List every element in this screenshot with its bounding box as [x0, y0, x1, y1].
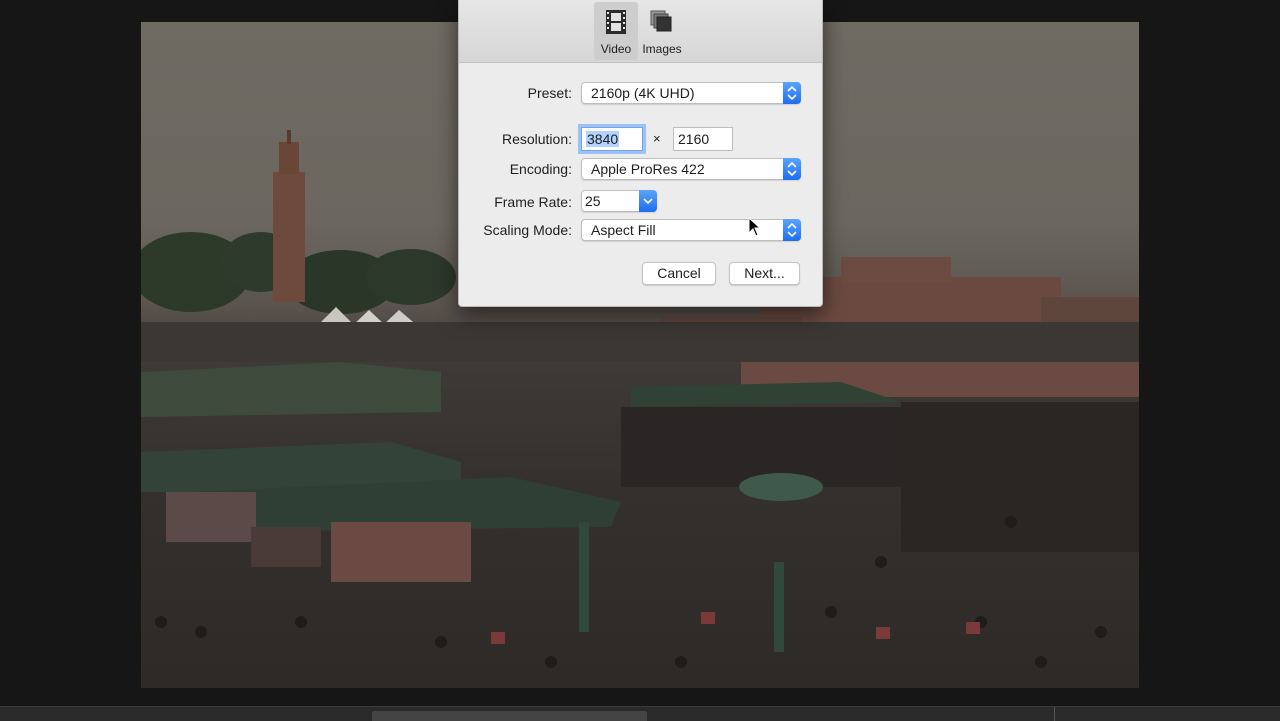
frame-rate-value: 25	[585, 193, 601, 209]
resolution-width-field[interactable]: 3840	[581, 127, 643, 151]
preset-value: 2160p (4K UHD)	[591, 85, 695, 101]
frame-rate-label: Frame Rate:	[494, 194, 572, 210]
scaling-mode-value: Aspect Fill	[591, 222, 656, 238]
film-icon	[606, 10, 626, 34]
encoding-value: Apple ProRes 422	[591, 161, 705, 177]
chevron-updown-icon	[783, 219, 801, 241]
next-button[interactable]: Next...	[729, 262, 800, 285]
resolution-height-field[interactable]: 2160	[673, 127, 733, 151]
scaling-mode-popup[interactable]: Aspect Fill	[581, 219, 801, 241]
chevron-updown-icon	[783, 82, 801, 104]
tab-video[interactable]: Video	[594, 2, 638, 60]
bottom-timeline-bar	[0, 706, 1280, 721]
resolution-label: Resolution:	[501, 131, 572, 147]
dialog-toolbar: Video Images	[459, 0, 822, 63]
chevron-updown-icon	[783, 158, 801, 180]
resolution-width-value: 3840	[586, 131, 620, 147]
export-dialog: Video Images Preset: 2160p (4K UHD) Reso…	[458, 0, 823, 307]
times-symbol: ×	[653, 131, 661, 146]
encoding-popup[interactable]: Apple ProRes 422	[581, 158, 801, 180]
tab-images-label: Images	[642, 42, 682, 56]
cancel-button[interactable]: Cancel	[642, 262, 716, 285]
preset-label: Preset:	[527, 85, 572, 101]
mouse-cursor-icon	[748, 217, 762, 237]
frame-rate-popup[interactable]: 25	[581, 190, 657, 212]
preset-popup[interactable]: 2160p (4K UHD)	[581, 82, 801, 104]
image-stack-icon	[650, 10, 672, 32]
bar-divider	[1054, 707, 1055, 721]
encoding-label: Encoding:	[509, 161, 572, 177]
chevron-down-icon	[639, 190, 657, 212]
scaling-mode-label: Scaling Mode:	[483, 222, 572, 238]
resolution-height-value: 2160	[678, 131, 710, 147]
tab-video-label: Video	[600, 42, 632, 56]
tab-images[interactable]: Images	[640, 2, 684, 60]
